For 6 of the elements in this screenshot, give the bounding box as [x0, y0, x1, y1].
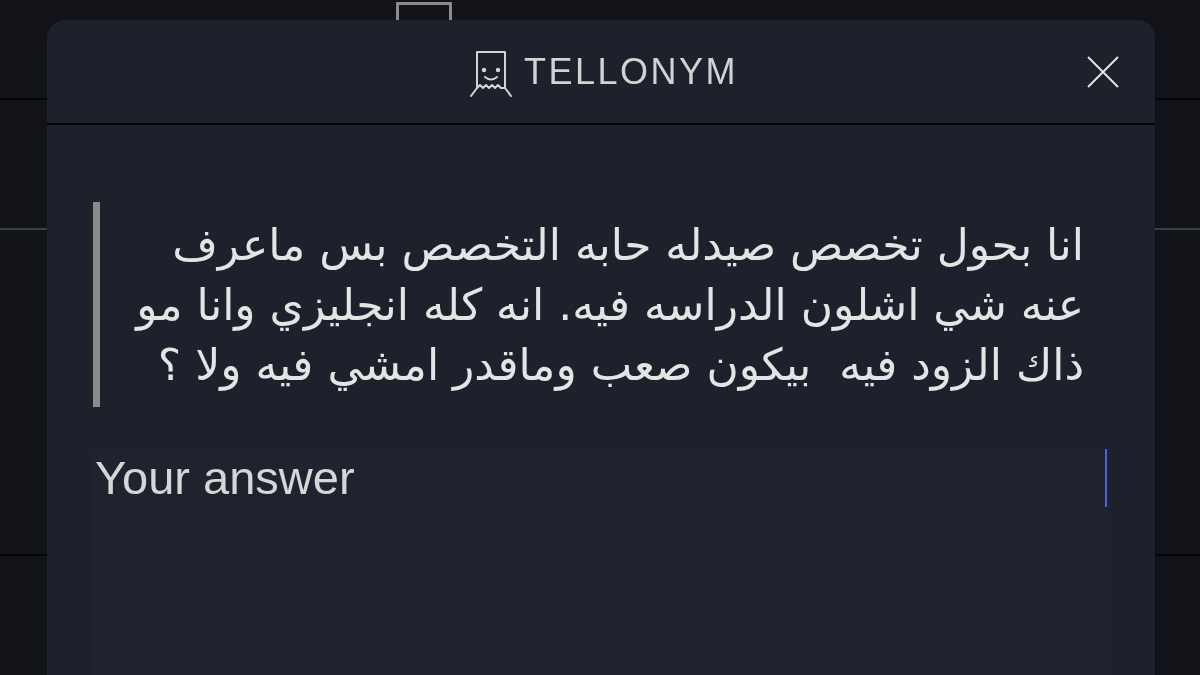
- close-icon: [1087, 56, 1119, 88]
- question-text: انا بحول تخصص صيدله حابه التخصص بس ماعرف عنه شي اشلون الدراسه فيه. انه كله انجليزي وانا مو ذاك الزود فيه بيكون صعب وماقدر امشي فيه ولا ؟: [133, 218, 1084, 393]
- close-button[interactable]: [1087, 56, 1119, 88]
- answer-input[interactable]: Your answer: [95, 449, 1110, 675]
- logo-icon: [469, 49, 512, 98]
- logo-text: TELLONYM: [523, 53, 738, 90]
